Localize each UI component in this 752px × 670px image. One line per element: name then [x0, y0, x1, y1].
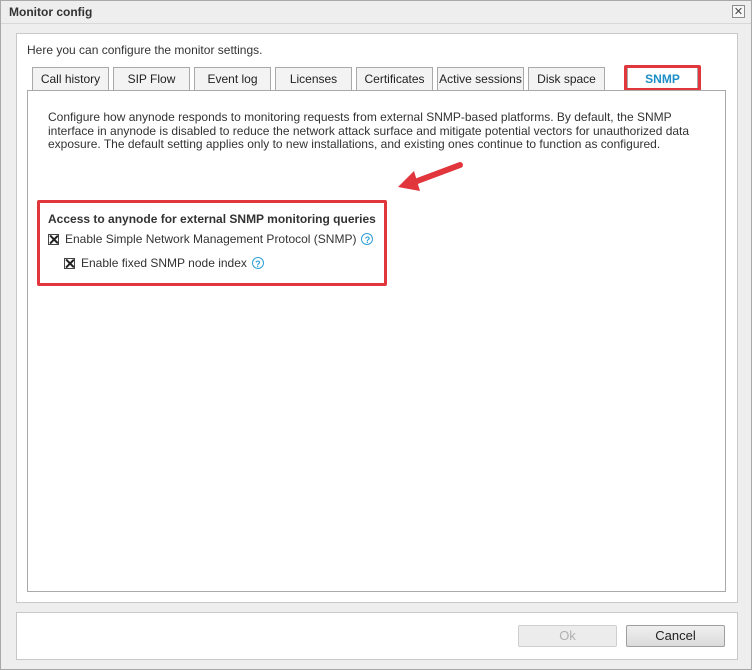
- tab-licenses[interactable]: Licenses: [275, 67, 352, 90]
- tab-active-sessions[interactable]: Active sessions: [437, 67, 524, 90]
- snmp-description: Configure how anynode responds to monito…: [48, 110, 708, 152]
- tab-disk-space[interactable]: Disk space: [528, 67, 605, 90]
- tab-certificates[interactable]: Certificates: [356, 67, 433, 90]
- description-line: Configure how anynode responds to monito…: [48, 110, 672, 124]
- window-title: Monitor config: [9, 5, 93, 19]
- enable-snmp-checkbox[interactable]: [48, 233, 59, 245]
- enable-snmp-row: Enable Simple Network Management Protoco…: [48, 232, 374, 246]
- footer-bar: Ok Cancel: [16, 612, 738, 660]
- fixed-index-row: Enable fixed SNMP node index ?: [64, 256, 264, 270]
- close-icon[interactable]: ✕: [732, 5, 745, 18]
- monitor-config-window: Monitor config ✕ Here you can configure …: [0, 0, 752, 670]
- description-line: interface in anynode is disabled to redu…: [48, 123, 690, 138]
- tab-event-log[interactable]: Event log: [194, 67, 271, 90]
- help-icon[interactable]: ?: [251, 257, 264, 269]
- fixed-index-label[interactable]: Enable fixed SNMP node index: [81, 256, 247, 270]
- section-title: Access to anynode for external SNMP moni…: [48, 212, 376, 226]
- enable-snmp-label[interactable]: Enable Simple Network Management Protoco…: [65, 232, 356, 246]
- tab-sip-flow[interactable]: SIP Flow: [113, 67, 190, 90]
- intro-text: Here you can configure the monitor setti…: [27, 43, 263, 57]
- fixed-index-checkbox[interactable]: [64, 257, 75, 269]
- help-icon[interactable]: ?: [361, 233, 374, 245]
- snmp-tab-content: Configure how anynode responds to monito…: [27, 90, 726, 592]
- cancel-button[interactable]: Cancel: [626, 625, 725, 647]
- arrow-icon: [398, 162, 463, 191]
- description-line: exposure. The default setting applies on…: [48, 137, 661, 151]
- ok-button[interactable]: Ok: [518, 625, 617, 647]
- tab-call-history[interactable]: Call history: [32, 67, 109, 90]
- main-panel: Here you can configure the monitor setti…: [16, 33, 738, 603]
- title-bar: Monitor config ✕: [1, 1, 751, 24]
- tab-snmp[interactable]: SNMP: [627, 67, 698, 92]
